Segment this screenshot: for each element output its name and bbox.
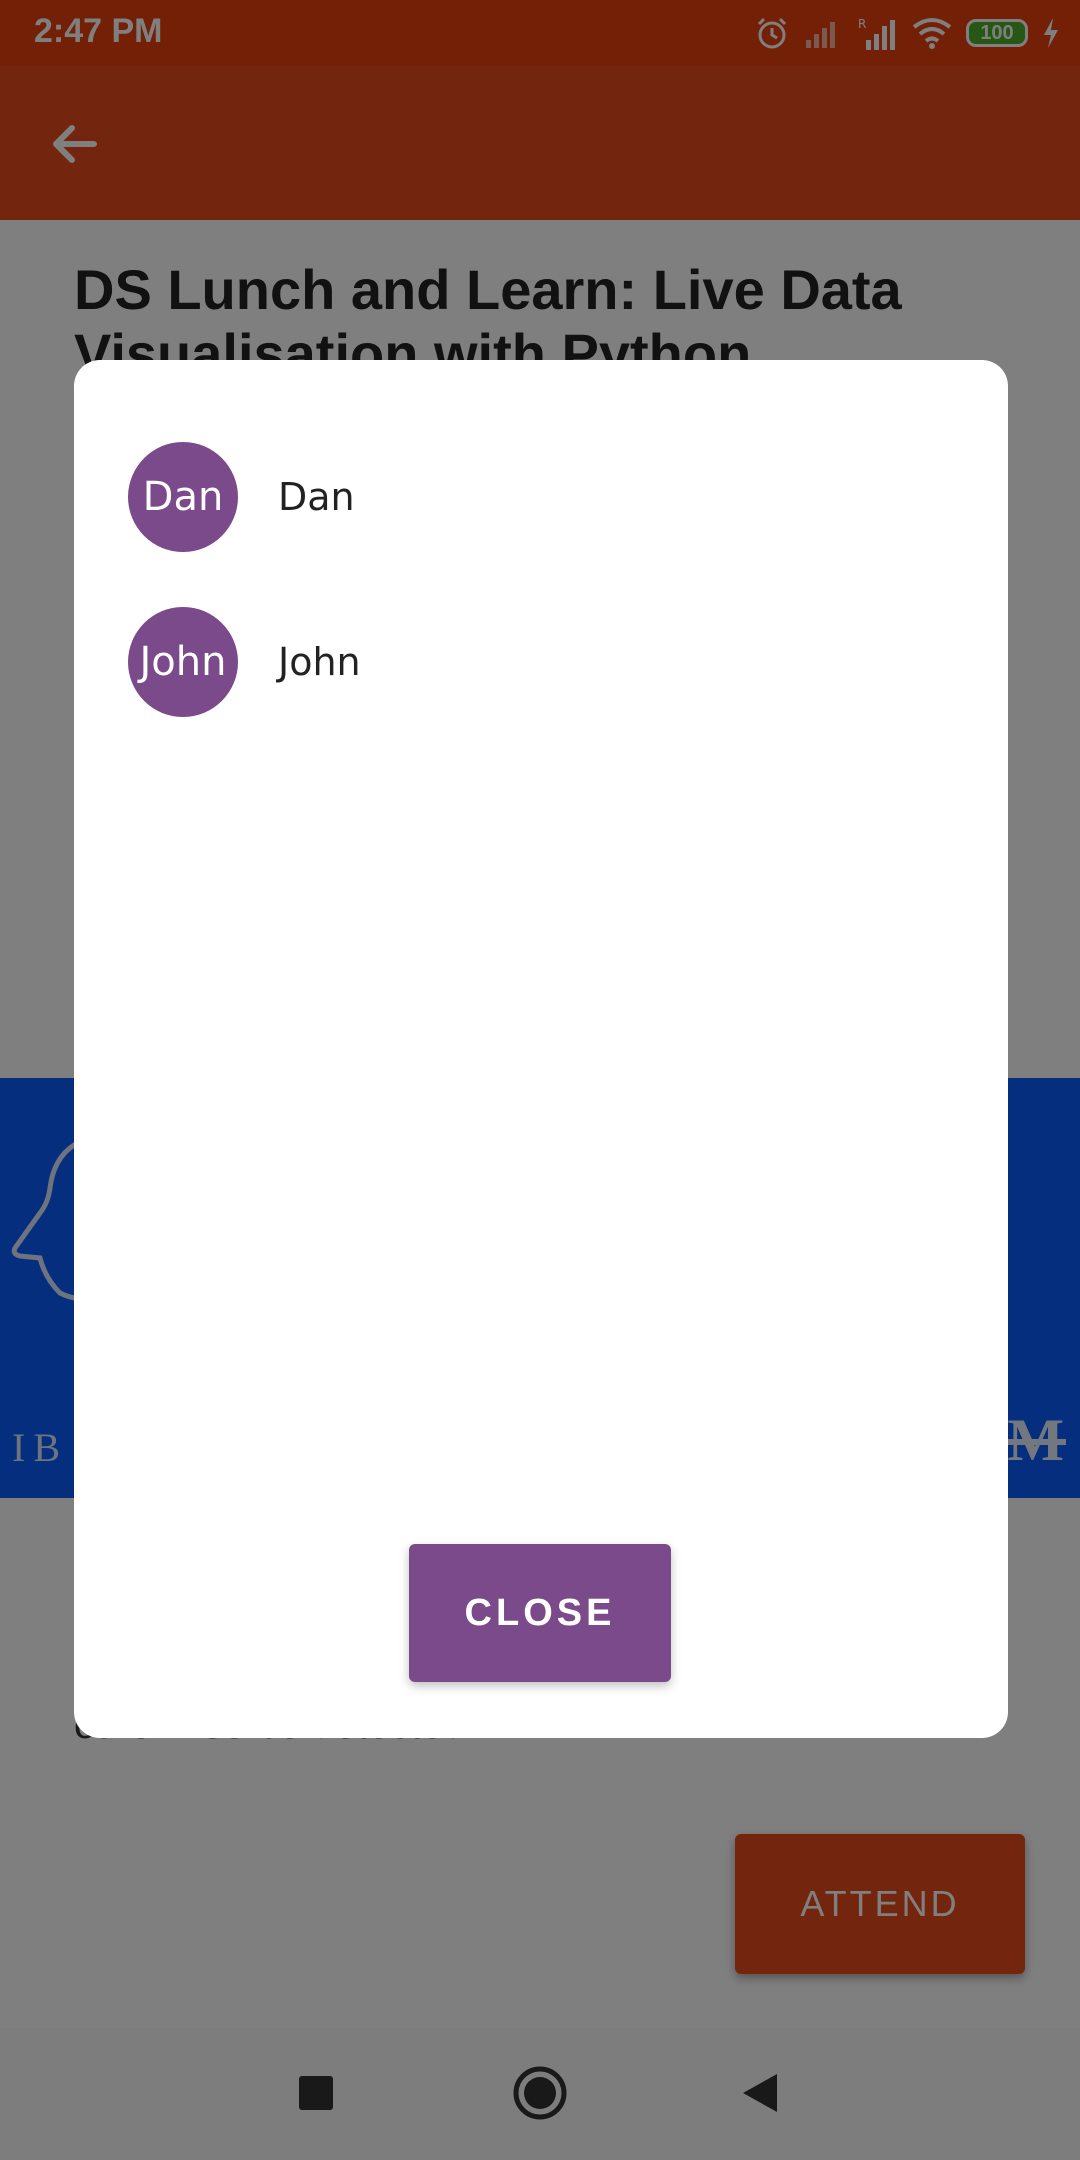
avatar: John [128,607,238,717]
attendees-dialog: Dan Dan John John CLOSE [74,360,1008,1738]
attendee-item[interactable]: John John [128,607,361,717]
attendee-item[interactable]: Dan Dan [128,442,355,552]
attendee-name: John [278,640,361,684]
avatar: Dan [128,442,238,552]
attendee-name: Dan [278,475,355,519]
close-button[interactable]: CLOSE [409,1544,671,1682]
